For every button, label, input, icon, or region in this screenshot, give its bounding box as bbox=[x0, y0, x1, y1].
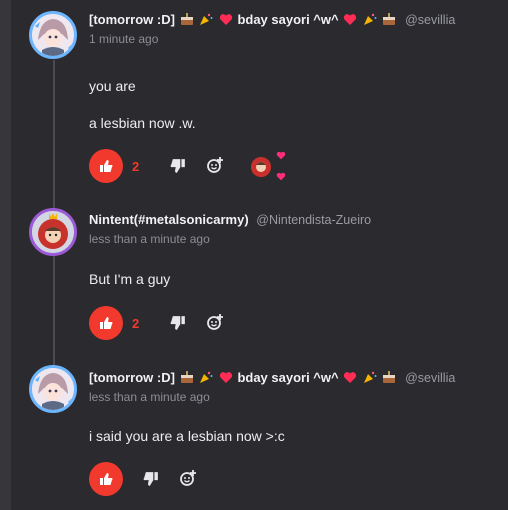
dislike-button[interactable] bbox=[170, 158, 186, 174]
heart-icon bbox=[343, 13, 357, 29]
avatar-image bbox=[32, 211, 74, 253]
add-reaction-button[interactable] bbox=[179, 469, 197, 487]
add-reaction-icon bbox=[207, 314, 223, 330]
cake-icon bbox=[382, 371, 396, 387]
avatar[interactable] bbox=[29, 11, 77, 59]
comment-header: Nintent(#metalsonicarmy) @Nintendista-Zu… bbox=[89, 212, 371, 227]
like-button[interactable] bbox=[89, 306, 123, 340]
author-name[interactable]: [tomorrow :D] bbox=[89, 370, 175, 385]
add-reaction-icon bbox=[180, 470, 196, 486]
avatar[interactable] bbox=[29, 365, 77, 413]
timestamp[interactable]: 1 minute ago bbox=[89, 32, 158, 46]
author-handle[interactable]: @Nintendista-Zueiro bbox=[256, 213, 371, 227]
thumbs-down-icon bbox=[143, 472, 158, 486]
like-count: 2 bbox=[132, 316, 140, 331]
party-popper-icon bbox=[363, 371, 377, 387]
like-button[interactable] bbox=[89, 462, 123, 496]
dislike-button[interactable] bbox=[143, 471, 159, 487]
cake-icon bbox=[382, 13, 396, 29]
author-suffix: bday sayori ^w^ bbox=[237, 370, 339, 385]
avatar-image bbox=[32, 14, 74, 56]
reactor-avatar-image bbox=[251, 157, 271, 177]
party-popper-icon bbox=[199, 13, 213, 29]
comment-header: [tomorrow :D] bday sayori ^w^ @sevillia bbox=[89, 12, 455, 29]
thumbs-down-icon bbox=[170, 159, 185, 173]
heart-icon bbox=[219, 13, 233, 29]
comment-text: But I'm a guy bbox=[89, 271, 171, 287]
thumbs-down-icon bbox=[170, 316, 185, 330]
author-name[interactable]: Nintent(#metalsonicarmy) bbox=[89, 212, 249, 227]
add-reaction-button[interactable] bbox=[206, 156, 224, 174]
like-button[interactable] bbox=[89, 149, 123, 183]
thumbs-up-icon bbox=[100, 160, 113, 172]
author-handle[interactable]: @sevillia bbox=[405, 13, 455, 27]
timestamp[interactable]: less than a minute ago bbox=[89, 232, 210, 246]
timestamp[interactable]: less than a minute ago bbox=[89, 390, 210, 404]
thumbs-up-icon bbox=[100, 473, 113, 485]
cake-icon bbox=[180, 371, 194, 387]
party-popper-icon bbox=[363, 13, 377, 29]
thumbs-up-icon bbox=[100, 317, 113, 329]
reaction-avatar[interactable] bbox=[249, 155, 273, 179]
heart-icon bbox=[343, 371, 357, 387]
party-popper-icon bbox=[199, 371, 213, 387]
comment-text: a lesbian now .w. bbox=[89, 115, 196, 131]
cake-icon bbox=[180, 13, 194, 29]
comment-text: i said you are a lesbian now >:c bbox=[89, 428, 285, 444]
add-reaction-icon bbox=[207, 157, 223, 173]
avatar-image bbox=[32, 368, 74, 410]
add-reaction-button[interactable] bbox=[206, 313, 224, 331]
author-handle[interactable]: @sevillia bbox=[405, 371, 455, 385]
author-suffix: bday sayori ^w^ bbox=[237, 12, 339, 27]
comment-header: [tomorrow :D] bday sayori ^w^ @sevillia bbox=[89, 370, 455, 387]
heart-icon bbox=[276, 172, 286, 181]
left-panel-edge bbox=[0, 0, 11, 510]
like-count: 2 bbox=[132, 159, 140, 174]
heart-icon bbox=[276, 151, 286, 160]
dislike-button[interactable] bbox=[170, 315, 186, 331]
avatar[interactable] bbox=[29, 208, 77, 256]
comment-text: you are bbox=[89, 78, 136, 94]
author-name[interactable]: [tomorrow :D] bbox=[89, 12, 175, 27]
heart-icon bbox=[219, 371, 233, 387]
